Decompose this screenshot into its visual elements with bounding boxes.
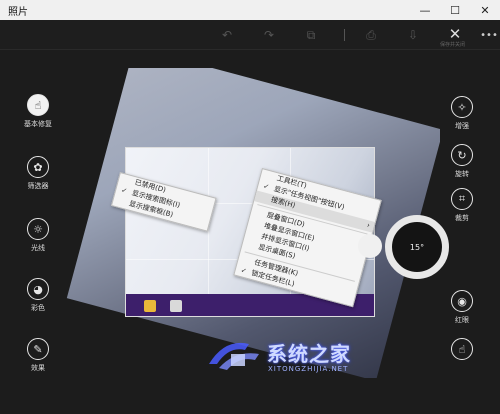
flower-icon: ✿	[27, 156, 49, 178]
tool-label: 旋转	[455, 170, 469, 178]
hand-icon: ☝	[27, 94, 49, 116]
watermark-text: 系统之家	[267, 342, 351, 366]
tool-label: 红眼	[455, 316, 469, 324]
maximize-button[interactable]: ☐	[440, 0, 470, 20]
rotation-dial[interactable]: 15°	[385, 215, 449, 279]
tool-label: 增强	[455, 122, 469, 130]
tool-filters[interactable]: ✿ 筛选器	[10, 156, 66, 191]
tool-label: 筛选器	[27, 182, 49, 190]
rotation-handle[interactable]	[358, 234, 382, 258]
tool-label: 效果	[31, 364, 45, 372]
save-icon[interactable]: ⇩	[404, 26, 422, 44]
photos-app: 照片 — ☐ ✕ ↶ ↷ ⧉ ⎙ ⇩ ✕ 保存并关闭 ••• 已禁用(D) ✓ 显…	[0, 0, 500, 414]
tool-color[interactable]: ◕ 彩色	[10, 278, 66, 313]
tool-basic-fix[interactable]: ☝ 基本修复	[10, 94, 66, 129]
tool-enhance[interactable]: ✧ 增强	[434, 96, 490, 131]
close-window-button[interactable]: ✕	[470, 0, 500, 20]
tool-label: 裁剪	[455, 214, 469, 222]
sun-icon: ☼	[27, 218, 49, 240]
tool-spot-fix[interactable]: ☝	[434, 338, 490, 363]
tool-label: 基本修复	[24, 120, 52, 128]
compare-icon[interactable]: ⧉	[302, 26, 320, 44]
toolbar-divider	[344, 29, 345, 41]
rotation-angle: 15°	[409, 242, 425, 252]
hand-icon: ☝	[451, 338, 473, 360]
redo-icon[interactable]: ↷	[260, 26, 278, 44]
rotate-icon: ↻	[451, 144, 473, 166]
close-edit-caption: 保存并关闭	[440, 42, 466, 48]
crop-icon: ⌗	[451, 188, 473, 210]
tool-light[interactable]: ☼ 光线	[10, 218, 66, 253]
tool-effects[interactable]: ✎ 效果	[10, 338, 66, 373]
tool-label: 光线	[31, 244, 45, 252]
eye-icon: ◉	[451, 290, 473, 312]
brush-icon: ✎	[27, 338, 49, 360]
watermark-logo	[209, 342, 259, 370]
window-title: 照片	[8, 6, 28, 18]
folder-icon	[144, 300, 156, 312]
minimize-button[interactable]: —	[410, 0, 440, 20]
magic-wand-icon: ✧	[451, 96, 473, 118]
tool-crop[interactable]: ⌗ 裁剪	[434, 188, 490, 223]
tool-red-eye[interactable]: ◉ 红眼	[434, 290, 490, 325]
watermark: 系统之家 XITONGZHIJIA.NET	[205, 332, 405, 382]
check-icon: ✓	[239, 266, 248, 276]
palette-icon: ◕	[27, 278, 49, 300]
tool-label: 彩色	[31, 304, 45, 312]
undo-icon[interactable]: ↶	[218, 26, 236, 44]
more-options-icon[interactable]: •••	[480, 26, 498, 44]
title-bar: 照片 — ☐ ✕	[0, 0, 500, 20]
crop-grid-line	[207, 148, 209, 316]
app-icon	[170, 300, 182, 312]
tool-rotate[interactable]: ↻ 旋转	[434, 144, 490, 179]
edit-toolbar: ↶ ↷ ⧉ ⎙ ⇩ ✕ 保存并关闭 •••	[0, 20, 500, 50]
save-copy-icon[interactable]: ⎙	[362, 26, 380, 44]
submenu-arrow-icon: ›	[365, 221, 371, 230]
watermark-subtext: XITONGZHIJIA.NET	[268, 365, 349, 373]
